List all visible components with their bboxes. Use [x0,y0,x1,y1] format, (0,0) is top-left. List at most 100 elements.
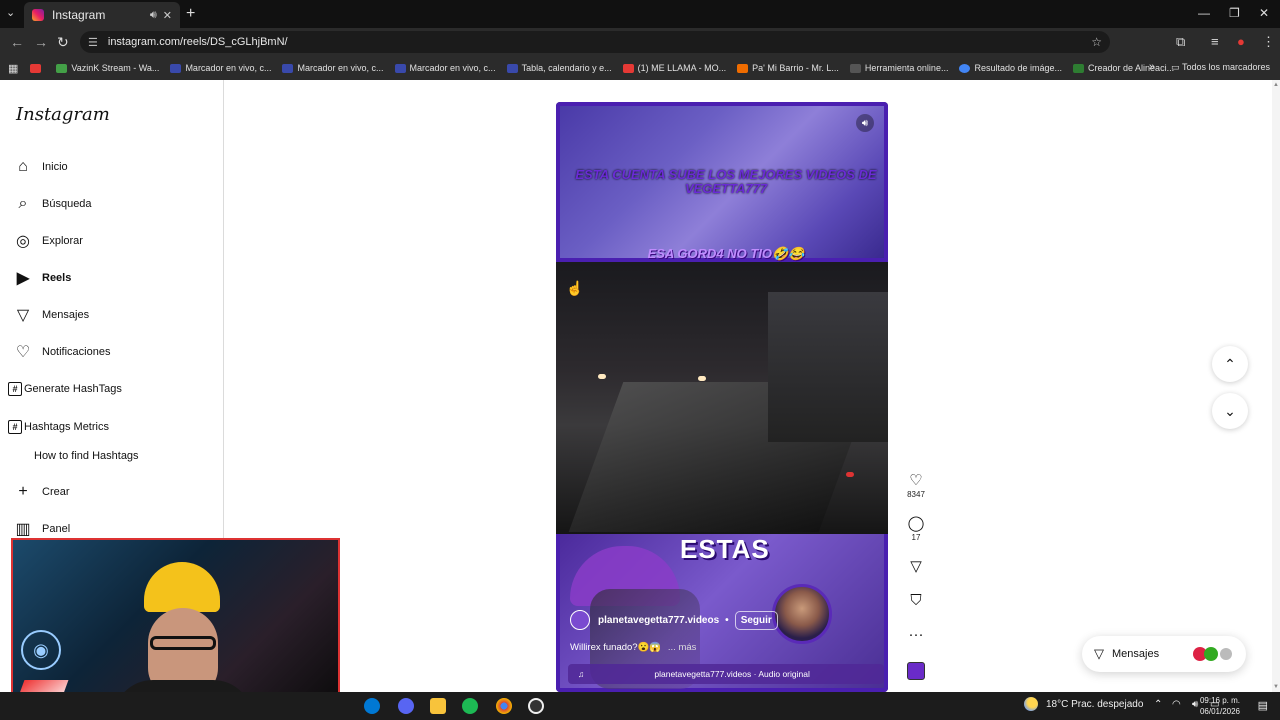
profile-icon[interactable]: ● [1237,34,1245,49]
close-tab-icon[interactable]: ✕ [163,9,172,22]
url-bar[interactable]: ☰ instagram.com/reels/DS_cGLhjBmN/ ☆ [80,31,1110,53]
notification-icon[interactable]: ▤ [1258,699,1268,712]
bookmark-favicon-icon [1073,63,1085,73]
send-icon: ▽ [1094,646,1104,661]
reel-video[interactable]: ESTA CUENTA SUBE LOS MEJORES VIDEOS DE V… [556,102,888,692]
previous-reel-button[interactable]: ⌃ [1212,346,1248,382]
tab-strip: ⌄ Instagram 🔊︎ ✕ + — ❐ ✕ [0,0,1280,28]
next-reel-button[interactable]: ⌄ [1212,393,1248,429]
site-info-icon[interactable]: ☰ [88,36,98,49]
send-icon: ▽ [16,307,30,324]
bookmark-item[interactable]: Creador de Alineaci... [1073,63,1174,73]
sidebar-item-explorar[interactable]: ◎ Explorar [14,232,83,250]
car-light [846,472,854,477]
speaker-icon[interactable]: 🔊︎ [150,9,157,22]
discord-icon[interactable] [398,698,414,714]
sidebar-item-notificaciones[interactable]: ♡ Notificaciones [14,343,111,361]
wifi-icon[interactable]: ◠ [1172,699,1181,710]
all-bookmarks[interactable]: Todos los marcadores [1171,62,1270,73]
share-button[interactable]: ▽ [900,558,932,576]
comment-button[interactable]: ◯ 17 [900,515,932,542]
new-tab-icon[interactable]: + [186,5,195,23]
bookmark-item[interactable] [30,63,45,73]
media-icon[interactable]: ≡ [1211,34,1219,49]
how-to-find-hashtags-link[interactable]: How to find Hashtags [34,450,139,462]
messages-pill[interactable]: ▽ Mensajes [1082,636,1246,672]
chrome-icon[interactable] [496,698,512,714]
forward-icon[interactable]: → [34,34,48,50]
follow-button[interactable]: Seguir [734,610,778,630]
hashtags-metrics-link[interactable]: # Hashtags Metrics [8,420,109,434]
bookmark-favicon-icon [170,63,182,73]
more-link[interactable]: ... más [668,642,697,653]
scroll-up-icon[interactable]: ▲ [1273,82,1279,88]
taskbar-clock[interactable]: 09:16 p. m. 06/01/2026 [1200,695,1240,717]
webcam-hat [144,562,220,612]
sound-icon[interactable]: 🔊︎ [856,114,874,132]
sidebar-item-reels[interactable]: ▶ Reels [14,269,72,287]
bookmark-item[interactable]: (1) ME LLAMA - MO... [622,63,726,73]
reel-game-footage: ☝ [556,262,888,534]
webcam-glasses [150,636,216,650]
tab-search-icon[interactable]: ⌄ [6,6,15,19]
sidebar-item-crear[interactable]: + Crear [14,483,69,501]
compass-icon: ◎ [16,233,30,250]
avatar [1204,647,1218,661]
file-explorer-icon[interactable] [430,698,446,714]
sidebar-item-busqueda[interactable]: ⌕ Búsqueda [14,195,92,213]
sidebar-item-label: Panel [42,523,71,535]
page-scrollbar[interactable]: ▲ ▼ [1272,80,1280,692]
apps-grid-icon[interactable]: ▦ [8,62,18,75]
like-button[interactable]: ♡ 8347 [900,472,932,499]
bookmark-item[interactable]: Marcador en vivo, c... [394,63,496,73]
google-icon [959,63,971,73]
tray-chevron-icon[interactable]: ⌃ [1154,699,1162,710]
send-icon: ▽ [910,558,922,575]
avatar [1220,648,1232,660]
tab-title: Instagram [52,8,106,22]
minimize-icon[interactable]: — [1198,6,1210,20]
save-button[interactable]: ⛉ [900,592,932,610]
more-options-button[interactable]: ··· [900,626,932,644]
author-name[interactable]: planetavegetta777.videos [598,615,719,626]
more-bookmarks-icon[interactable]: » [1149,61,1155,73]
bookmark-item[interactable]: Marcador en vivo, c... [282,63,384,73]
scroll-down-icon[interactable]: ▼ [1273,684,1279,690]
bookmark-item[interactable]: Resultado de imáge... [959,63,1062,73]
spotify-icon[interactable] [462,698,478,714]
sidebar-item-mensajes[interactable]: ▽ Mensajes [14,306,89,324]
bookmark-item[interactable]: Marcador en vivo, c... [170,63,271,73]
volume-icon[interactable]: 🔊︎ [1192,699,1198,710]
url-text: instagram.com/reels/DS_cGLhjBmN/ [107,36,288,48]
heart-icon: ♡ [909,472,923,489]
sidebar-item-inicio[interactable]: ⌂ Inicio [14,158,68,176]
reel-overlay-text: ESTAS [680,534,770,564]
sidebar-item-panel[interactable]: ▥ Panel [14,520,70,538]
weather-icon [1024,697,1038,711]
bookmark-star-icon[interactable]: ☆ [1091,35,1102,49]
weather-text[interactable]: 18°C Prac. despejado [1046,699,1143,710]
comment-icon: ◯ [907,515,925,532]
instagram-logo[interactable]: Instagram [16,104,110,125]
obs-icon[interactable] [528,698,544,714]
author-avatar[interactable] [570,610,590,630]
generate-hashtags-link[interactable]: # Generate HashTags [8,382,122,396]
reel-audio[interactable]: ♫ planetavegetta777.videos · Audio origi… [568,664,884,684]
bookmark-item[interactable]: Herramienta online... [849,63,948,73]
menu-icon[interactable]: ⋮ [1262,34,1275,50]
close-window-icon[interactable]: ✕ [1259,6,1269,20]
bookmark-item[interactable]: VazinK Stream - Wa... [56,63,159,73]
bookmark-item[interactable]: Pa' Mi Barrio - Mr. L... [737,63,839,73]
tab-instagram[interactable]: Instagram 🔊︎ ✕ [24,2,180,28]
bookmark-favicon-icon [394,63,406,73]
back-icon[interactable]: ← [10,34,24,50]
extensions-icon[interactable]: ⧉ [1176,34,1185,50]
sidebar-item-label: Explorar [42,235,83,247]
audio-label: planetavegetta777.videos · Audio origina… [654,669,810,679]
bookmark-item[interactable]: Tabla, calendario y e... [506,63,612,73]
edge-icon[interactable] [364,698,380,714]
restore-icon[interactable]: ❐ [1229,6,1240,20]
instagram-favicon-icon [32,9,44,21]
reload-icon[interactable]: ↻ [57,34,69,51]
audio-thumbnail[interactable] [907,662,925,680]
